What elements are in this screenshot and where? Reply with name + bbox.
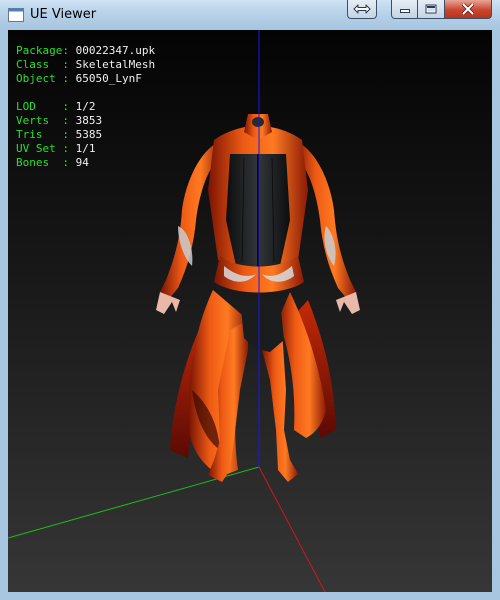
info-verts: Verts : 3853: [16, 114, 103, 127]
maximize-icon: [425, 4, 437, 14]
maximize-button[interactable]: [418, 0, 445, 19]
app-icon: [8, 7, 24, 22]
window-title: UE Viewer: [30, 7, 97, 22]
3d-viewport[interactable]: Package: 00022347.upk Class : SkeletalMe…: [8, 30, 492, 592]
info-object: Object : 65050_LynF: [16, 72, 142, 85]
info-uvset: UV Set : 1/1: [16, 142, 96, 155]
close-button[interactable]: [445, 0, 492, 19]
info-class: Class : SkeletalMesh: [16, 58, 156, 71]
close-icon: [462, 3, 474, 15]
minimize-icon: [399, 9, 410, 13]
info-bones: Bones : 94: [16, 156, 89, 169]
swap-icon: [353, 4, 371, 14]
title-bar[interactable]: UE Viewer: [0, 0, 500, 30]
info-tris: Tris : 5385: [16, 128, 103, 141]
info-lod: LOD : 1/2: [16, 100, 96, 113]
axis-x: [258, 466, 326, 592]
swap-button[interactable]: [347, 0, 377, 19]
info-package: Package: 00022347.upk: [16, 44, 156, 57]
app-window: UE Viewer Package: 00022347.upk Class: …: [0, 0, 500, 600]
minimize-button[interactable]: [391, 0, 418, 19]
mesh-info-overlay: Package: 00022347.upk Class : SkeletalMe…: [16, 44, 155, 170]
